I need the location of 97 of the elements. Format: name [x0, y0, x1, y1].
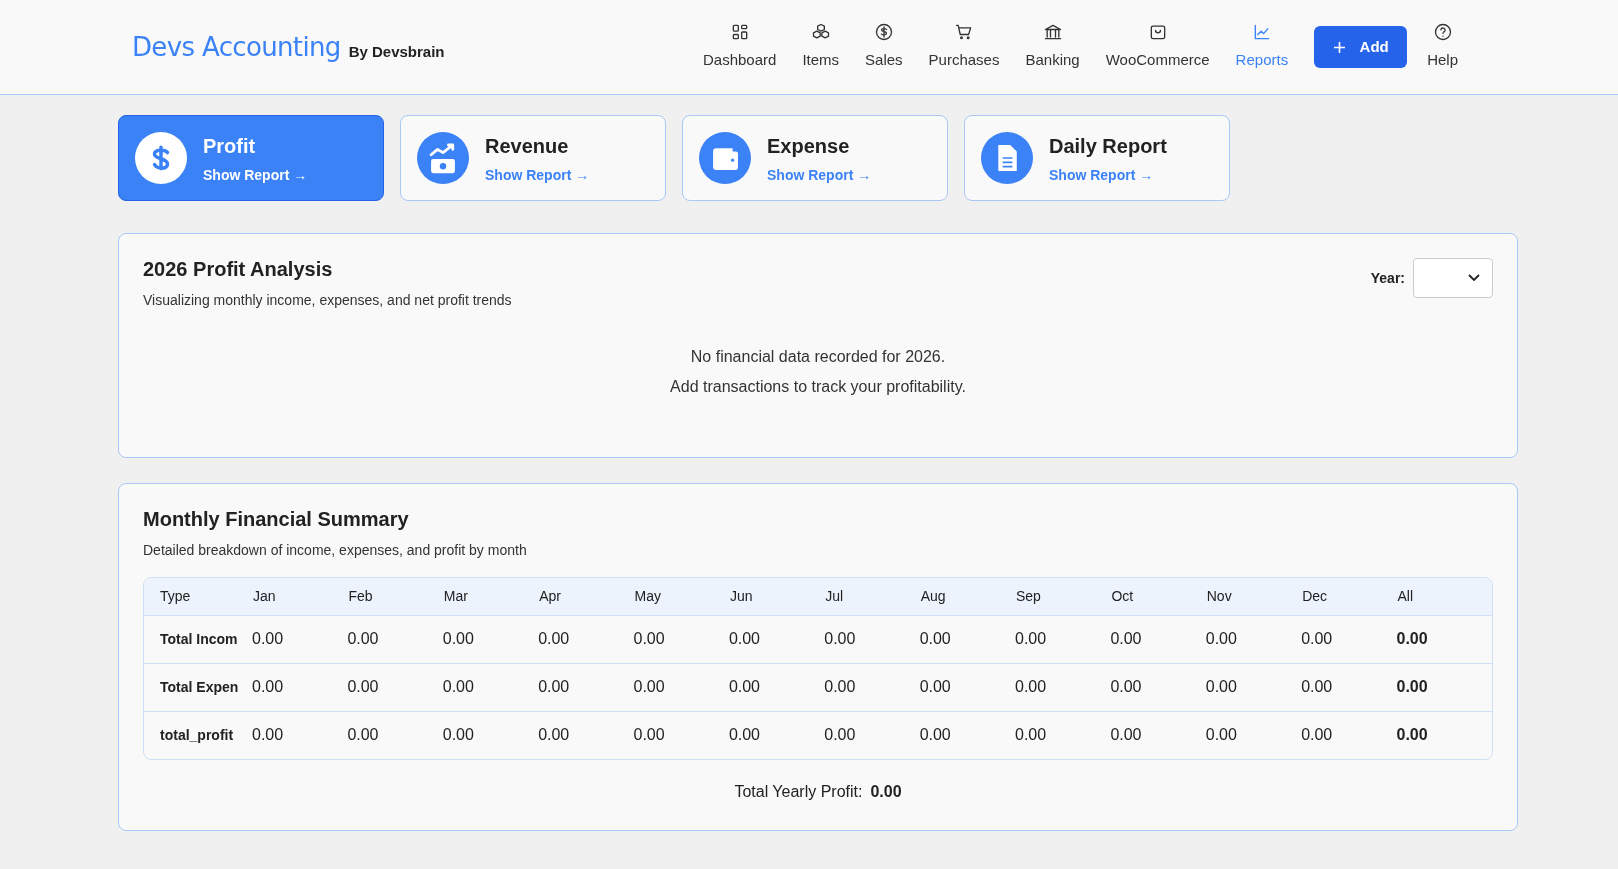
- total-label: Total Yearly Profit:: [734, 782, 863, 802]
- nav-link[interactable]: Dashboard: [703, 22, 777, 72]
- column-header: Sep: [1015, 578, 1111, 615]
- wallet-icon: [699, 132, 751, 184]
- plus-icon: [1332, 40, 1346, 54]
- column-header: Type: [144, 578, 252, 615]
- nav-link[interactable]: Purchases: [928, 22, 1000, 72]
- table-cell: 0.00: [1396, 711, 1492, 759]
- column-header: May: [633, 578, 729, 615]
- empty-message: Add transactions to track your profitability.: [670, 377, 966, 397]
- nav-link[interactable]: Banking: [1025, 22, 1080, 72]
- table-cell: 0.00: [1110, 663, 1206, 711]
- table-cell: 0.00: [1205, 711, 1302, 759]
- help-link[interactable]: Help: [1427, 22, 1458, 72]
- column-header: Feb: [347, 578, 443, 615]
- row-label: total_profit: [144, 711, 252, 759]
- show-report-link[interactable]: Show Report →: [1049, 164, 1167, 186]
- table-cell: 0.00: [633, 615, 729, 663]
- card-title: Profit: [203, 133, 257, 159]
- empty-message: No financial data recorded for 2026.: [690, 347, 946, 367]
- table-cell: 0.00: [252, 615, 348, 663]
- table-cell: 0.00: [1015, 711, 1111, 759]
- table-cell: 0.00: [1301, 615, 1397, 663]
- show-report-link[interactable]: Show Report →: [485, 164, 590, 186]
- panel-title: Monthly Financial Summary: [143, 507, 410, 532]
- card-title: Expense: [767, 133, 851, 159]
- table-cell: 0.00: [919, 615, 1015, 663]
- table-cell: 0.00: [1205, 615, 1302, 663]
- column-header: Jan: [252, 578, 348, 615]
- table-cell: 0.00: [919, 711, 1015, 759]
- report-card[interactable]: Revenue Show Report →: [400, 115, 666, 201]
- table-cell: 0.00: [1205, 663, 1302, 711]
- table-cell: 0.00: [728, 663, 825, 711]
- year-select[interactable]: [1413, 258, 1493, 298]
- panel-subtitle: Visualizing monthly income, expenses, and net profit trends: [143, 291, 512, 310]
- nav-link[interactable]: WooCommerce: [1105, 22, 1210, 72]
- table-cell: 0.00: [538, 615, 634, 663]
- brand-subtitle: By Devsbrain: [348, 42, 445, 62]
- table-cell: 0.00: [728, 711, 825, 759]
- table-cell: 0.00: [1396, 663, 1492, 711]
- column-header: Jun: [728, 578, 825, 615]
- show-report-link[interactable]: Show Report →: [767, 164, 872, 186]
- column-header: Aug: [919, 578, 1015, 615]
- report-card[interactable]: Profit Show Report →: [118, 115, 384, 201]
- column-header: Nov: [1205, 578, 1302, 615]
- table-cell: 0.00: [538, 711, 634, 759]
- add-button[interactable]: Add: [1314, 26, 1408, 68]
- table-cell: 0.00: [347, 663, 443, 711]
- table-cell: 0.00: [252, 711, 348, 759]
- row-label: Total Expen: [144, 663, 252, 711]
- report-card[interactable]: Daily Report Show Report →: [964, 115, 1230, 201]
- table-cell: 0.00: [252, 663, 348, 711]
- panel-title: 2026 Profit Analysis: [143, 257, 334, 282]
- table-cell: 0.00: [824, 711, 920, 759]
- brand-title: Devs Accounting: [132, 30, 341, 64]
- column-header: All: [1396, 578, 1492, 615]
- year-label: Year:: [1370, 268, 1405, 288]
- table-cell: 0.00: [1301, 663, 1397, 711]
- table-cell: 0.00: [538, 663, 634, 711]
- chevron-down-icon: [1468, 274, 1480, 282]
- table-cell: 0.00: [1396, 615, 1492, 663]
- nav-link[interactable]: Sales: [865, 22, 903, 72]
- column-header: Oct: [1110, 578, 1206, 615]
- total-value: 0.00: [870, 782, 902, 802]
- table-cell: 0.00: [442, 711, 539, 759]
- table-cell: 0.00: [442, 615, 539, 663]
- card-title: Revenue: [485, 133, 570, 159]
- table-cell: 0.00: [919, 663, 1015, 711]
- nav-link[interactable]: Items: [802, 22, 840, 72]
- nav-link[interactable]: Reports: [1235, 22, 1289, 72]
- card-title: Daily Report: [1049, 133, 1167, 159]
- column-header: Jul: [824, 578, 920, 615]
- document-icon: [981, 132, 1033, 184]
- dollar-circle-icon: [873, 22, 894, 43]
- row-label: Total Incom: [144, 615, 252, 663]
- table-cell: 0.00: [1110, 711, 1206, 759]
- table-cell: 0.00: [1015, 615, 1111, 663]
- report-card[interactable]: Expense Show Report →: [682, 115, 948, 201]
- dollar-icon: [135, 132, 187, 184]
- table-cell: 0.00: [633, 663, 729, 711]
- table-cell: 0.00: [633, 711, 729, 759]
- column-header: Apr: [538, 578, 634, 615]
- table-cell: 0.00: [347, 711, 443, 759]
- table-cell: 0.00: [347, 615, 443, 663]
- table-cell: 0.00: [1301, 711, 1397, 759]
- table-cell: 0.00: [442, 663, 539, 711]
- column-header: Mar: [442, 578, 539, 615]
- help-icon: [1432, 22, 1453, 43]
- table-cell: 0.00: [824, 615, 920, 663]
- table-cell: 0.00: [1015, 663, 1111, 711]
- table-cell: 0.00: [824, 663, 920, 711]
- show-report-link[interactable]: Show Report →: [203, 164, 308, 186]
- table-cell: 0.00: [1110, 615, 1206, 663]
- table-cell: 0.00: [728, 615, 825, 663]
- money-trend-icon: [417, 132, 469, 184]
- column-header: Dec: [1301, 578, 1397, 615]
- panel-subtitle: Detailed breakdown of income, expenses, and profit by month: [143, 541, 528, 560]
